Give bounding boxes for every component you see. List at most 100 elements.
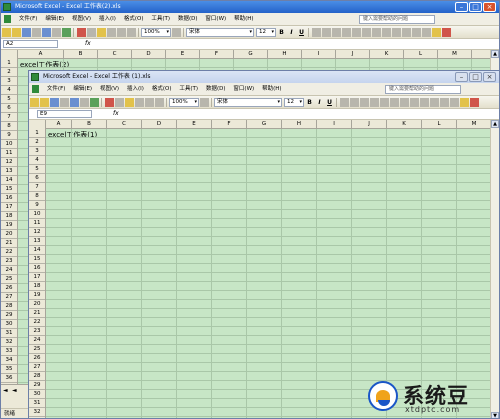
column-header[interactable]: D (142, 120, 177, 129)
sum-icon[interactable] (127, 28, 136, 37)
row-header[interactable]: 31 (1, 329, 17, 338)
row-header[interactable]: 25 (1, 275, 17, 284)
row-header[interactable]: 21 (29, 309, 45, 318)
row-header[interactable]: 30 (29, 390, 45, 399)
row-header[interactable]: 27 (1, 293, 17, 302)
menu-help[interactable]: 帮助(H) (231, 13, 256, 25)
row-header[interactable]: 25 (29, 345, 45, 354)
menu-file[interactable]: 文件(F) (16, 13, 40, 25)
row-header[interactable]: 19 (1, 221, 17, 230)
inner-maximize-button[interactable]: □ (469, 72, 482, 82)
row-header[interactable]: 1 (29, 129, 45, 138)
increase-decimal-icon[interactable] (410, 98, 419, 107)
outer-name-box[interactable]: A2 (3, 40, 58, 48)
underline-button[interactable]: U (297, 28, 306, 37)
row-header[interactable]: 2 (29, 138, 45, 147)
decrease-decimal-icon[interactable] (392, 28, 401, 37)
row-header[interactable]: 34 (1, 356, 17, 365)
inner-name-box[interactable]: E9 (37, 110, 92, 118)
align-left-icon[interactable] (312, 28, 321, 37)
row-header[interactable]: 22 (29, 318, 45, 327)
copy-icon[interactable] (115, 98, 124, 107)
inner-minimize-button[interactable]: – (455, 72, 468, 82)
row-header[interactable]: 20 (29, 300, 45, 309)
outer-cell-a1[interactable]: excel工作表(2) (20, 60, 69, 70)
row-header[interactable]: 36 (1, 374, 17, 383)
row-header[interactable]: 24 (1, 266, 17, 275)
row-header[interactable]: 9 (29, 201, 45, 210)
row-header[interactable]: 30 (1, 320, 17, 329)
percent-icon[interactable] (362, 28, 371, 37)
scroll-up-button[interactable]: ▲ (491, 120, 499, 128)
row-header[interactable]: 12 (1, 158, 17, 167)
font-name-select[interactable]: 宋体 (186, 28, 254, 37)
row-header[interactable]: 26 (29, 354, 45, 363)
row-header[interactable]: 3 (29, 147, 45, 156)
inner-help-question-input[interactable]: 键入需要帮助的问题 (385, 85, 461, 94)
outdent-icon[interactable] (440, 98, 449, 107)
align-left-icon[interactable] (340, 98, 349, 107)
permission-icon[interactable] (60, 98, 69, 107)
spelling-icon[interactable] (90, 98, 99, 107)
column-header[interactable]: I (302, 50, 336, 59)
column-header[interactable]: I (317, 120, 352, 129)
merge-center-icon[interactable] (342, 28, 351, 37)
row-header[interactable]: 26 (1, 284, 17, 293)
new-icon[interactable] (30, 98, 39, 107)
fill-color-icon[interactable] (460, 98, 469, 107)
indent-icon[interactable] (430, 98, 439, 107)
menu-window[interactable]: 窗口(W) (230, 83, 257, 95)
fill-color-icon[interactable] (432, 28, 441, 37)
borders-icon[interactable] (422, 28, 431, 37)
font-color-icon[interactable] (470, 98, 479, 107)
redo-icon[interactable] (117, 28, 126, 37)
row-header[interactable]: 8 (29, 192, 45, 201)
align-center-icon[interactable] (350, 98, 359, 107)
open-icon[interactable] (40, 98, 49, 107)
row-header[interactable]: 8 (1, 122, 17, 131)
column-header[interactable]: G (247, 120, 282, 129)
row-header[interactable]: 29 (1, 311, 17, 320)
sheet-tab-navigation[interactable]: ◄ ◄ (1, 384, 29, 408)
row-header[interactable]: 6 (29, 174, 45, 183)
row-header[interactable]: 18 (1, 212, 17, 221)
menu-tools[interactable]: 工具(T) (148, 13, 173, 25)
row-header[interactable]: 21 (1, 239, 17, 248)
outer-title-bar[interactable]: Microsoft Excel - Excel 工作表(2).xls – □ × (1, 1, 499, 13)
close-button[interactable]: × (483, 2, 496, 12)
inner-title-bar[interactable]: Microsoft Excel - Excel 工作表 (1).xls – □ … (29, 71, 499, 83)
column-header[interactable]: H (282, 120, 317, 129)
column-header[interactable]: J (352, 120, 387, 129)
row-header[interactable]: 17 (1, 203, 17, 212)
row-header[interactable]: 28 (29, 372, 45, 381)
comma-icon[interactable] (372, 28, 381, 37)
menu-window[interactable]: 窗口(W) (202, 13, 229, 25)
row-header[interactable]: 4 (1, 86, 17, 95)
row-header[interactable]: 23 (29, 327, 45, 336)
paste-icon[interactable] (97, 28, 106, 37)
row-header[interactable]: 31 (29, 399, 45, 408)
cut-icon[interactable] (77, 28, 86, 37)
currency-icon[interactable] (380, 98, 389, 107)
column-header[interactable]: C (98, 50, 132, 59)
column-header[interactable]: D (132, 50, 166, 59)
font-color-icon[interactable] (442, 28, 451, 37)
row-header[interactable]: 33 (1, 347, 17, 356)
preview-icon[interactable] (52, 28, 61, 37)
redo-icon[interactable] (145, 98, 154, 107)
column-header[interactable]: E (166, 50, 200, 59)
menu-format[interactable]: 格式(O) (149, 83, 175, 95)
permission-icon[interactable] (32, 28, 41, 37)
column-header[interactable]: K (387, 120, 422, 129)
menu-edit[interactable]: 编辑(E) (42, 13, 67, 25)
bold-button[interactable]: B (277, 28, 286, 37)
row-header[interactable]: 16 (29, 264, 45, 273)
row-header[interactable]: 12 (29, 228, 45, 237)
inner-zoom-select[interactable]: 100% (169, 98, 199, 107)
column-header[interactable]: L (404, 50, 438, 59)
decrease-decimal-icon[interactable] (420, 98, 429, 107)
column-header[interactable]: B (64, 50, 98, 59)
row-header[interactable]: 15 (29, 255, 45, 264)
row-header[interactable]: 16 (1, 194, 17, 203)
scroll-up-button[interactable]: ▲ (491, 50, 499, 58)
